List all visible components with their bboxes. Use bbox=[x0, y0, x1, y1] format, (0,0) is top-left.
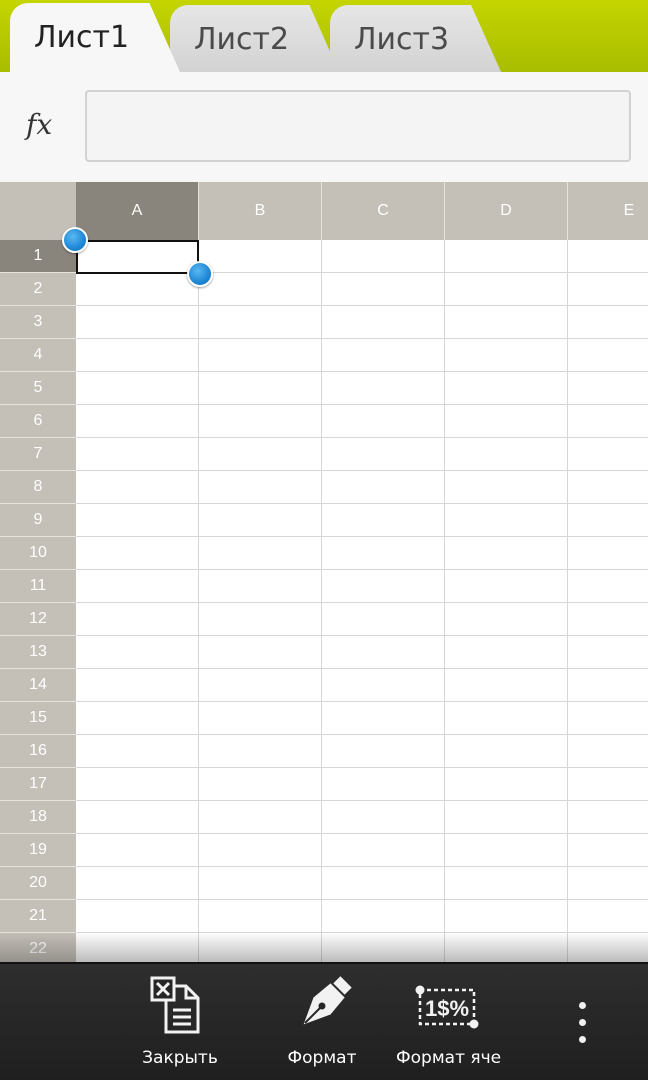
bottom-action-bar: Закрыть Формат 1$% Формат яче bbox=[0, 962, 648, 1080]
tab-sheet1[interactable]: Лист1 bbox=[10, 3, 180, 72]
row-header[interactable]: 2 bbox=[0, 273, 76, 306]
selected-cell-a1[interactable] bbox=[76, 240, 199, 274]
row-header[interactable]: 9 bbox=[0, 504, 76, 537]
row-header[interactable]: 10 bbox=[0, 537, 76, 570]
tab-sheet3[interactable]: Лист3 bbox=[330, 5, 502, 72]
row-header[interactable]: 8 bbox=[0, 471, 76, 504]
close-label: Закрыть bbox=[142, 1048, 218, 1068]
cell-format-button[interactable]: 1$% Формат яче bbox=[390, 964, 502, 1080]
column-header-d[interactable]: D bbox=[445, 182, 568, 240]
row-header[interactable]: 18 bbox=[0, 801, 76, 834]
column-header-a[interactable]: A bbox=[76, 182, 199, 240]
tab-sheet2[interactable]: Лист2 bbox=[170, 5, 340, 72]
pen-nib-icon bbox=[303, 976, 352, 1025]
formula-input[interactable] bbox=[85, 90, 631, 162]
tab-label: Лист3 bbox=[354, 22, 450, 57]
spreadsheet-grid: A B C D E 1 2 3 4 5 6 7 8 9 10 11 12 13 … bbox=[0, 182, 648, 962]
sheet-tab-bar: Лист1 Лист2 Лист3 bbox=[0, 0, 648, 72]
overflow-menu-icon[interactable] bbox=[566, 1000, 600, 1046]
row-header[interactable]: 20 bbox=[0, 867, 76, 900]
formula-bar: fx bbox=[0, 72, 648, 182]
tab-label: Лист2 bbox=[194, 22, 290, 57]
row-header[interactable]: 5 bbox=[0, 372, 76, 405]
column-header-b[interactable]: B bbox=[199, 182, 322, 240]
row-header[interactable]: 4 bbox=[0, 339, 76, 372]
row-header[interactable]: 3 bbox=[0, 306, 76, 339]
selection-handle-start[interactable] bbox=[62, 227, 88, 253]
row-header[interactable]: 15 bbox=[0, 702, 76, 735]
row-header[interactable]: 7 bbox=[0, 438, 76, 471]
svg-text:1$%: 1$% bbox=[425, 996, 469, 1021]
fx-icon: fx bbox=[26, 108, 53, 141]
tab-label: Лист1 bbox=[34, 20, 130, 55]
row-header[interactable]: 19 bbox=[0, 834, 76, 867]
row-header[interactable]: 22 bbox=[0, 933, 76, 962]
column-headers: A B C D E bbox=[76, 182, 648, 240]
row-header[interactable]: 16 bbox=[0, 735, 76, 768]
row-header[interactable]: 6 bbox=[0, 405, 76, 438]
column-header-e[interactable]: E bbox=[568, 182, 648, 240]
row-header[interactable]: 12 bbox=[0, 603, 76, 636]
row-header[interactable]: 14 bbox=[0, 669, 76, 702]
format-label: Формат bbox=[287, 1048, 357, 1068]
column-header-c[interactable]: C bbox=[322, 182, 445, 240]
close-button[interactable]: Закрыть bbox=[132, 964, 228, 1080]
cell-format-label: Формат яче bbox=[396, 1048, 502, 1068]
row-header[interactable]: 21 bbox=[0, 900, 76, 933]
cell-area[interactable] bbox=[76, 240, 648, 962]
cell-format-icon: 1$% bbox=[415, 985, 479, 1029]
selection-handle-end[interactable] bbox=[187, 261, 213, 287]
row-header[interactable]: 13 bbox=[0, 636, 76, 669]
format-button[interactable]: Формат bbox=[275, 964, 369, 1080]
close-document-icon bbox=[150, 976, 200, 1034]
row-header[interactable]: 17 bbox=[0, 768, 76, 801]
row-header[interactable]: 11 bbox=[0, 570, 76, 603]
